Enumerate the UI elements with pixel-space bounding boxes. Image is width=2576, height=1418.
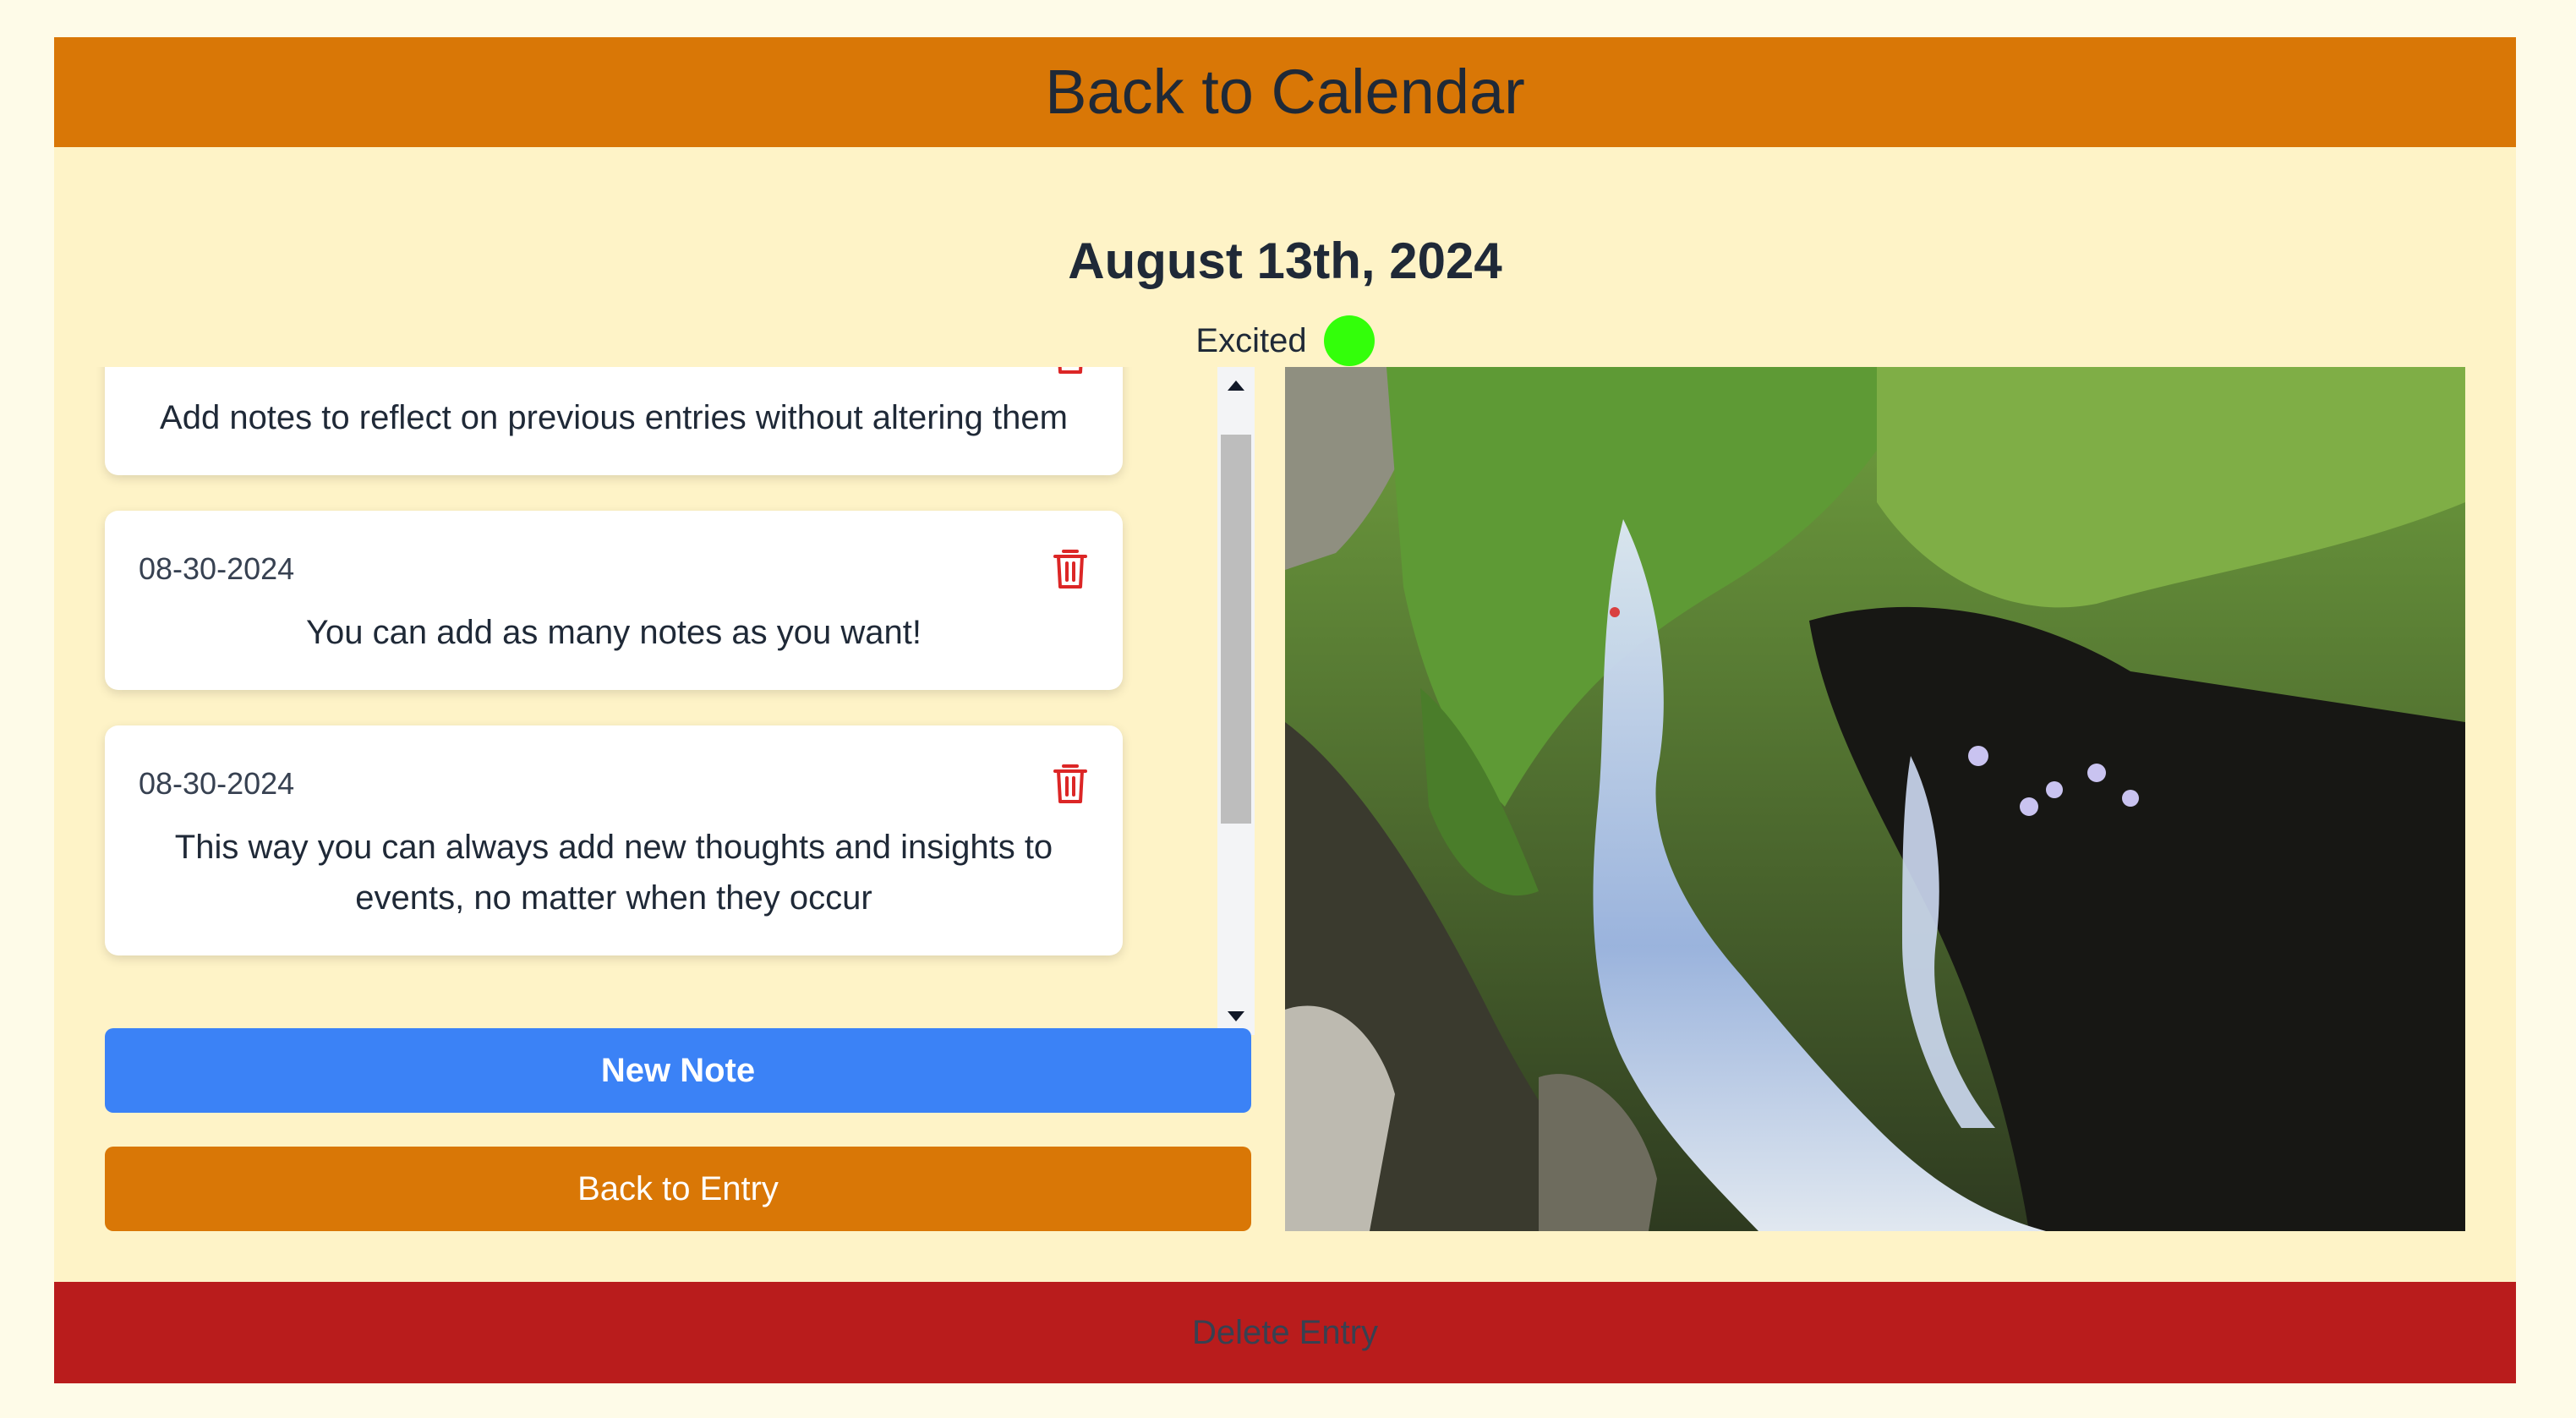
scrollbar-thumb[interactable] bbox=[1221, 435, 1251, 824]
mood-color-dot bbox=[1323, 315, 1375, 366]
trash-icon[interactable] bbox=[1052, 763, 1089, 805]
notes-scroll-area[interactable]: 08-30-2024 Add notes to reflect on previ… bbox=[54, 367, 1255, 1035]
entry-photo bbox=[1285, 367, 2465, 1231]
note-text: Add notes to reflect on previous entries… bbox=[160, 399, 1068, 436]
scroll-up-arrow-icon[interactable] bbox=[1217, 367, 1255, 404]
mood-indicator: Excited bbox=[54, 311, 2516, 370]
back-to-calendar-button[interactable]: Back to Calendar bbox=[54, 37, 2516, 147]
delete-entry-button[interactable]: Delete Entry bbox=[54, 1282, 2516, 1383]
note-card: 08-30-2024 Add notes to reflect on previ… bbox=[105, 367, 1123, 475]
entry-date-title: August 13th, 2024 bbox=[1068, 233, 1502, 289]
notes-list: 08-30-2024 Add notes to reflect on previ… bbox=[105, 367, 1123, 991]
trash-icon[interactable] bbox=[1052, 367, 1089, 375]
note-date: 08-30-2024 bbox=[139, 766, 295, 801]
mood-label: Excited bbox=[1195, 321, 1307, 359]
entry-page: Back to Calendar August 13th, 2024 Excit… bbox=[54, 37, 2516, 1383]
note-date: 08-30-2024 bbox=[139, 367, 1089, 375]
notes-scrollbar[interactable] bbox=[1217, 367, 1255, 1035]
note-date: 08-30-2024 bbox=[139, 551, 295, 586]
back-to-entry-button[interactable]: Back to Entry bbox=[105, 1147, 1251, 1231]
note-card: 08-30-2024 You can add as many notes as … bbox=[105, 511, 1123, 690]
trash-icon[interactable] bbox=[1052, 548, 1089, 590]
new-note-button[interactable]: New Note bbox=[105, 1028, 1251, 1113]
note-card: 08-30-2024 This way you can always add n… bbox=[105, 725, 1123, 955]
note-text: This way you can always add new thoughts… bbox=[174, 829, 1053, 917]
note-text: You can add as many notes as you want! bbox=[306, 614, 922, 651]
